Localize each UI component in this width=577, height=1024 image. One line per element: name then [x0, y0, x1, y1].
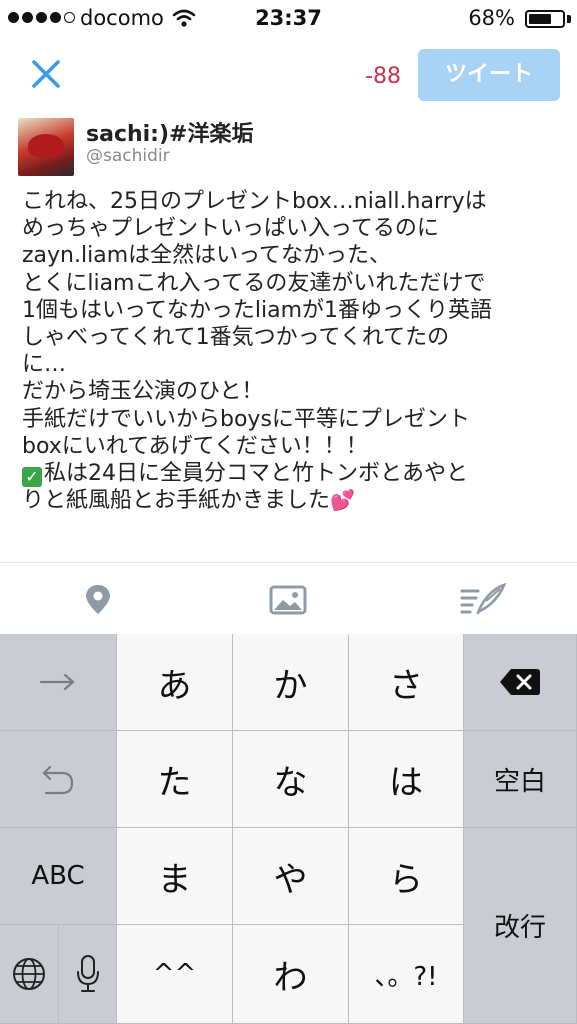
battery-tip [567, 15, 571, 23]
key-ra[interactable]: ら [349, 828, 464, 925]
check-mark-icon: ✓ [22, 467, 42, 488]
author-handle: @sachidir [86, 146, 170, 166]
tweet-line: 手紙だけでいいからboysに平等にプレゼント [22, 406, 470, 432]
key-ha[interactable]: は [349, 731, 464, 828]
tweet-line: zayn.liamは全然はいってなかった、 [22, 243, 392, 269]
undo-icon [42, 765, 74, 795]
close-icon[interactable] [26, 54, 66, 94]
keyboard: あ か さ た な は 空白 ABC ま や ら 改行 ^^ わ 、。?! [0, 634, 577, 1024]
key-na[interactable]: な [233, 731, 349, 828]
space-key[interactable]: 空白 [464, 731, 577, 828]
location-pin-icon[interactable] [78, 581, 118, 617]
emoticon-key[interactable]: ^^ [117, 925, 233, 1024]
author-name: sachi:)#洋楽垢 [86, 122, 254, 147]
compose-draft-icon[interactable] [460, 581, 508, 617]
key-ya[interactable]: や [233, 828, 349, 925]
abc-key[interactable]: ABC [0, 828, 117, 925]
avatar [18, 118, 74, 176]
tweet-button[interactable]: ツイート [418, 49, 560, 101]
status-bar: docomo 23:37 68% [0, 0, 577, 38]
tweet-line: ✓ 私は24日に全員分コマと竹トンボとあやと [22, 460, 562, 488]
microphone-icon [76, 955, 99, 992]
globe-key[interactable] [0, 925, 59, 1024]
tweet-text-input[interactable]: これね、25日のプレゼントbox…niall.harryは めっちゃプレゼントい… [22, 188, 562, 514]
compose-navbar: -88 ツイート [0, 38, 577, 112]
arrow-right-key[interactable] [0, 634, 117, 731]
globe-icon [13, 958, 45, 990]
key-ka[interactable]: か [233, 634, 349, 731]
key-ma[interactable]: ま [117, 828, 233, 925]
microphone-key[interactable] [59, 925, 117, 1024]
undo-key[interactable] [0, 731, 117, 828]
key-ta[interactable]: た [117, 731, 233, 828]
compose-toolbar [0, 562, 577, 635]
two-hearts-icon: 💕 [330, 488, 355, 513]
tweet-line: 1個もはいってなかったliamが1番ゆっくり英語 [22, 297, 493, 323]
tweet-line: しゃべってくれて1番気つかってくれてたの [22, 325, 450, 351]
tweet-line: だから埼玉公演のひと！ [22, 379, 264, 405]
tweet-line: めっちゃプレゼントいっぱい入ってるのに [22, 216, 439, 242]
tweet-line: りと紙風船とお手紙かきました💕 [22, 488, 355, 514]
key-a[interactable]: あ [117, 634, 233, 731]
return-key[interactable]: 改行 [464, 828, 577, 1024]
tweet-line: とくにliamこれ入ってるの友達がいれただけで [22, 270, 486, 296]
photo-icon[interactable] [268, 581, 308, 617]
battery-icon [525, 10, 565, 28]
punctuation-key[interactable]: 、。?! [349, 925, 464, 1024]
key-wa[interactable]: わ [233, 925, 349, 1024]
tweet-line: boxにいれてあげてください！！！ [22, 433, 368, 459]
key-sa[interactable]: さ [349, 634, 464, 731]
backspace-icon [500, 669, 540, 695]
character-count: -88 [365, 64, 401, 89]
backspace-key[interactable] [464, 634, 577, 731]
tweet-line: これね、25日のプレゼントbox…niall.harryは [22, 189, 487, 214]
battery-percent: 68% [468, 6, 515, 30]
compose-area[interactable]: sachi:)#洋楽垢 @sachidir これね、25日のプレゼントbox…n… [0, 112, 577, 562]
tweet-line: に… [22, 352, 67, 378]
